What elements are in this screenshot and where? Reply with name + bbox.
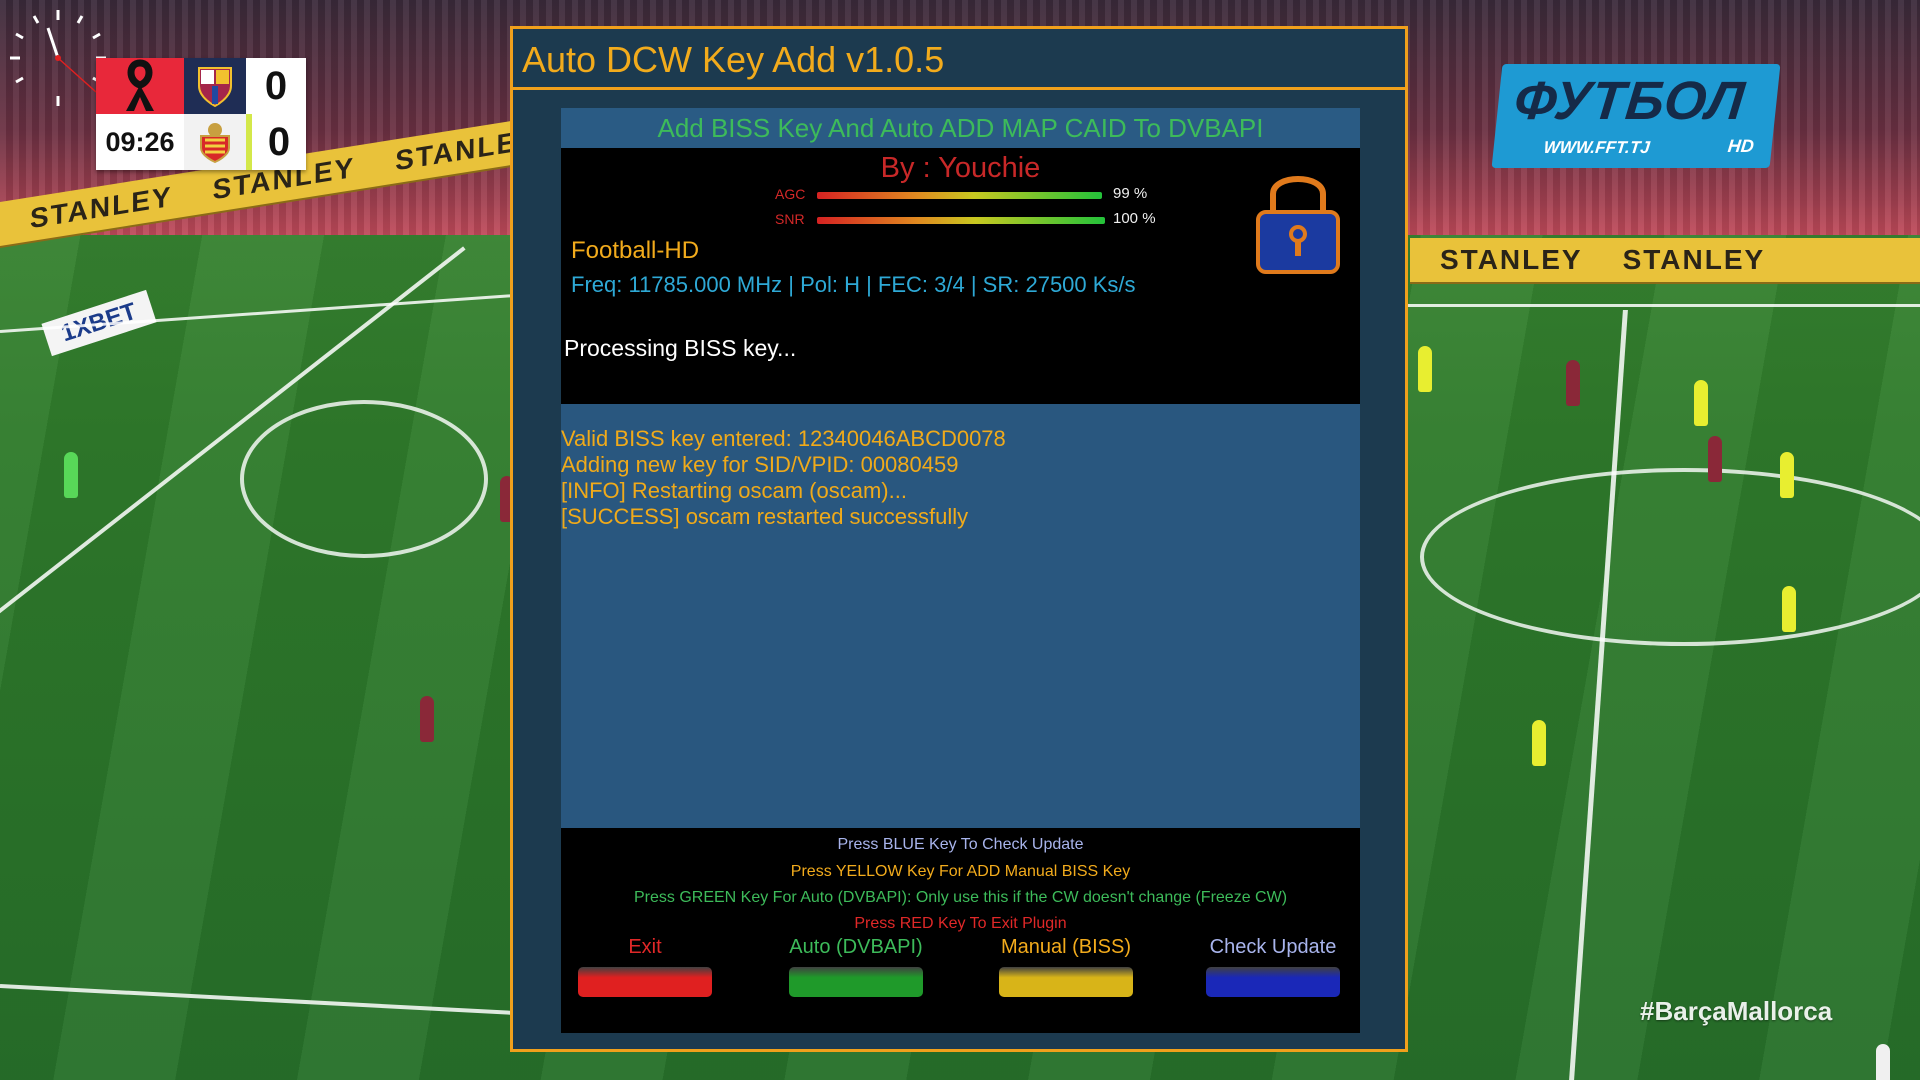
plugin-window: Auto DCW Key Add v1.0.5 Add BISS Key And…: [510, 26, 1408, 1052]
scoreboard: 0 09:26 0: [96, 58, 306, 170]
snr-meter: [817, 217, 1105, 224]
blue-key-indicator: [1206, 967, 1340, 997]
player: [64, 452, 78, 498]
snr-label: SNR: [775, 211, 805, 227]
centre-circle: [1420, 468, 1920, 646]
plugin-subtitle: Add BISS Key And Auto ADD MAP CAID To DV…: [657, 112, 1264, 143]
player: [1566, 360, 1580, 406]
channel-logo: ФУТБОЛ WWW.FFT.TJ HD: [1491, 64, 1781, 168]
player: [1532, 720, 1546, 766]
author-credit: By : Youchie: [880, 152, 1041, 184]
lock-icon: [1256, 176, 1340, 274]
player: [1876, 1044, 1890, 1080]
away-score: 0: [246, 114, 306, 170]
pitch-line: [0, 984, 520, 1016]
help-red-key: Press RED Key To Exit Plugin: [854, 915, 1067, 932]
home-score: 0: [264, 63, 288, 108]
adboard-right: STANLEY STANLEY: [1410, 238, 1920, 282]
yellow-key-indicator: [999, 967, 1133, 997]
log-list: Valid BISS key entered: 12340046ABCD0078…: [561, 426, 1006, 530]
snr-value: 100 %: [1113, 210, 1156, 227]
mourning-ribbon-icon: [96, 58, 184, 114]
channel-logo-name: ФУТБОЛ: [1511, 71, 1748, 131]
channel-logo-url: WWW.FFT.TJ: [1542, 138, 1651, 157]
subtitle-bar: Add BISS Key And Auto ADD MAP CAID To DV…: [561, 108, 1360, 148]
agc-meter: [817, 192, 1102, 199]
log-line: Adding new key for SID/VPID: 00080459: [561, 452, 959, 477]
player: [1418, 346, 1432, 392]
halfway-line: [1569, 310, 1628, 1080]
help-green-key: Press GREEN Key For Auto (DVBAPI): Only …: [633, 889, 1288, 906]
log-line: [INFO] Restarting oscam (oscam)...: [561, 478, 907, 503]
adboard-text: STANLEY: [1622, 244, 1766, 275]
home-team-crest-icon: [184, 58, 246, 114]
player: [420, 696, 434, 742]
away-team-crest-icon: [184, 114, 246, 170]
info-panel: By : Youchie AGC 99 % SNR 100 % Football…: [561, 148, 1360, 404]
green-key-indicator: [789, 967, 923, 997]
adboard-text: STANLEY: [1440, 244, 1583, 275]
player: [1782, 586, 1796, 632]
player: [1708, 436, 1722, 482]
auto-dvbapi-button[interactable]: Auto (DVBAPI): [789, 936, 923, 997]
match-hashtag: #BarçaMallorca: [1640, 996, 1833, 1026]
plugin-title-bar: Auto DCW Key Add v1.0.5: [513, 29, 1405, 90]
channel-name: Football-HD: [571, 237, 700, 264]
help-blue-key: Press BLUE Key To Check Update: [837, 836, 1084, 853]
red-key-indicator: [578, 967, 712, 997]
agc-value: 99 %: [1113, 185, 1148, 202]
agc-label: AGC: [775, 186, 806, 202]
manual-biss-button-label: Manual (BISS): [1000, 936, 1132, 958]
auto-dvbapi-button-label: Auto (DVBAPI): [789, 936, 923, 958]
exit-button[interactable]: Exit: [578, 936, 712, 997]
pitch-line: [1408, 304, 1920, 307]
help-panel: Press BLUE Key To Check Update Press YEL…: [561, 828, 1360, 1033]
transponder-info: Freq: 11785.000 MHz | Pol: H | FEC: 3/4 …: [571, 272, 1136, 297]
check-update-button[interactable]: Check Update: [1206, 936, 1340, 997]
player: [1694, 380, 1708, 426]
plugin-title: Auto DCW Key Add v1.0.5: [522, 39, 945, 80]
channel-logo-hd: HD: [1726, 136, 1755, 156]
penalty-arc: [240, 400, 488, 558]
match-time: 09:26: [105, 126, 175, 157]
exit-button-label: Exit: [628, 936, 662, 958]
manual-biss-button[interactable]: Manual (BISS): [999, 936, 1133, 997]
log-line: [SUCCESS] oscam restarted successfully: [561, 504, 969, 529]
check-update-button-label: Check Update: [1209, 936, 1337, 958]
player: [1780, 452, 1794, 498]
log-panel: Valid BISS key entered: 12340046ABCD0078…: [561, 404, 1360, 828]
processing-status: Processing BISS key...: [564, 335, 797, 361]
log-line: Valid BISS key entered: 12340046ABCD0078: [561, 426, 1006, 451]
help-yellow-key: Press YELLOW Key For ADD Manual BISS Key: [790, 863, 1131, 880]
clock-icon: [10, 10, 106, 106]
